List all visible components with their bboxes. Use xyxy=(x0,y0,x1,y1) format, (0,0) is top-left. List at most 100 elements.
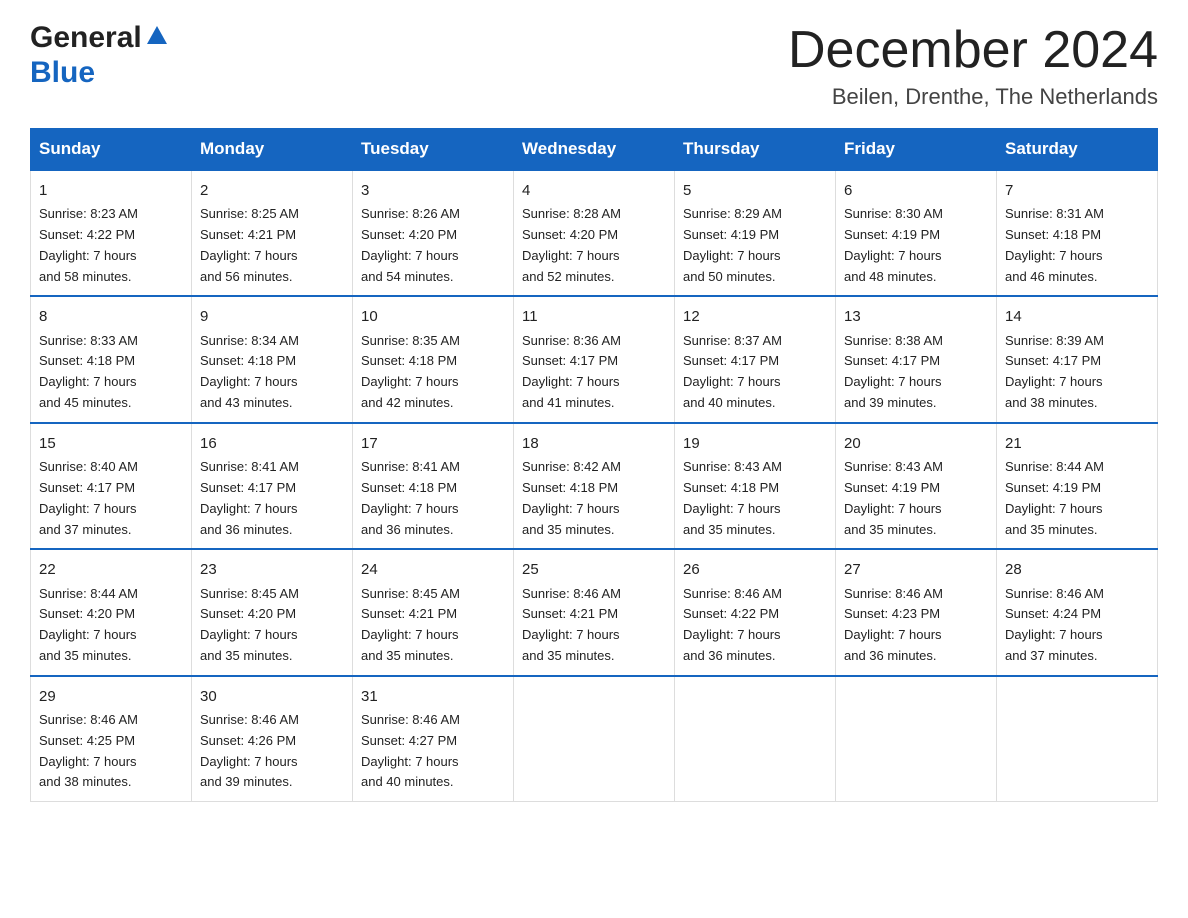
day-info: Sunrise: 8:29 AMSunset: 4:19 PMDaylight:… xyxy=(683,204,827,287)
day-number: 6 xyxy=(844,179,988,202)
calendar-cell: 10 Sunrise: 8:35 AMSunset: 4:18 PMDayligh… xyxy=(353,296,514,422)
header-friday: Friday xyxy=(836,129,997,171)
calendar-cell: 6Sunrise: 8:30 AMSunset: 4:19 PMDaylight… xyxy=(836,170,997,296)
day-info: Sunrise: 8:30 AMSunset: 4:19 PMDaylight:… xyxy=(844,204,988,287)
calendar-cell: 14 Sunrise: 8:39 AMSunset: 4:17 PMDayligh… xyxy=(997,296,1158,422)
day-number: 2 xyxy=(200,179,344,202)
day-info: Sunrise: 8:41 AMSunset: 4:18 PMDaylight:… xyxy=(361,457,505,540)
calendar-week-row: 15Sunrise: 8:40 AMSunset: 4:17 PMDayligh… xyxy=(31,423,1158,549)
day-info: Sunrise: 8:46 AMSunset: 4:23 PMDaylight:… xyxy=(844,584,988,667)
day-number: 14 xyxy=(1005,305,1149,328)
header-sunday: Sunday xyxy=(31,129,192,171)
day-info: Sunrise: 8:36 AMSunset: 4:17 PMDaylight:… xyxy=(522,331,666,414)
day-info: Sunrise: 8:40 AMSunset: 4:17 PMDaylight:… xyxy=(39,457,183,540)
header-thursday: Thursday xyxy=(675,129,836,171)
calendar-cell: 12 Sunrise: 8:37 AMSunset: 4:17 PMDayligh… xyxy=(675,296,836,422)
day-number: 26 xyxy=(683,558,827,581)
calendar-cell: 7Sunrise: 8:31 AMSunset: 4:18 PMDaylight… xyxy=(997,170,1158,296)
day-number: 29 xyxy=(39,685,183,708)
calendar-cell: 17Sunrise: 8:41 AMSunset: 4:18 PMDayligh… xyxy=(353,423,514,549)
day-info: Sunrise: 8:31 AMSunset: 4:18 PMDaylight:… xyxy=(1005,204,1149,287)
header-saturday: Saturday xyxy=(997,129,1158,171)
day-info: Sunrise: 8:33 AMSunset: 4:18 PMDaylight:… xyxy=(39,331,183,414)
calendar-week-row: 22 Sunrise: 8:44 AMSunset: 4:20 PMDayligh… xyxy=(31,549,1158,675)
day-info: Sunrise: 8:42 AMSunset: 4:18 PMDaylight:… xyxy=(522,457,666,540)
day-number: 15 xyxy=(39,432,183,455)
calendar-cell: 30Sunrise: 8:46 AMSunset: 4:26 PMDayligh… xyxy=(192,676,353,802)
calendar-cell: 21Sunrise: 8:44 AMSunset: 4:19 PMDayligh… xyxy=(997,423,1158,549)
day-info: Sunrise: 8:26 AMSunset: 4:20 PMDaylight:… xyxy=(361,204,505,287)
day-info: Sunrise: 8:38 AMSunset: 4:17 PMDaylight:… xyxy=(844,331,988,414)
day-info: Sunrise: 8:25 AMSunset: 4:21 PMDaylight:… xyxy=(200,204,344,287)
day-number: 7 xyxy=(1005,179,1149,202)
day-number: 8 xyxy=(39,305,183,328)
calendar-header-row: SundayMondayTuesdayWednesdayThursdayFrid… xyxy=(31,129,1158,171)
logo-general: General xyxy=(30,20,168,56)
day-info: Sunrise: 8:46 AMSunset: 4:26 PMDaylight:… xyxy=(200,710,344,793)
page-title: December 2024 xyxy=(788,20,1158,80)
day-number: 11 xyxy=(522,305,666,328)
day-number: 5 xyxy=(683,179,827,202)
calendar-cell: 9Sunrise: 8:34 AMSunset: 4:18 PMDaylight… xyxy=(192,296,353,422)
calendar-cell: 24 Sunrise: 8:45 AMSunset: 4:21 PMDayligh… xyxy=(353,549,514,675)
calendar-cell: 1Sunrise: 8:23 AMSunset: 4:22 PMDaylight… xyxy=(31,170,192,296)
calendar-cell: 2Sunrise: 8:25 AMSunset: 4:21 PMDaylight… xyxy=(192,170,353,296)
day-info: Sunrise: 8:28 AMSunset: 4:20 PMDaylight:… xyxy=(522,204,666,287)
day-info: Sunrise: 8:44 AMSunset: 4:19 PMDaylight:… xyxy=(1005,457,1149,540)
day-info: Sunrise: 8:46 AMSunset: 4:24 PMDaylight:… xyxy=(1005,584,1149,667)
calendar-cell: 19Sunrise: 8:43 AMSunset: 4:18 PMDayligh… xyxy=(675,423,836,549)
day-info: Sunrise: 8:45 AMSunset: 4:20 PMDaylight:… xyxy=(200,584,344,667)
day-info: Sunrise: 8:23 AMSunset: 4:22 PMDaylight:… xyxy=(39,204,183,287)
day-info: Sunrise: 8:43 AMSunset: 4:19 PMDaylight:… xyxy=(844,457,988,540)
calendar-cell: 20Sunrise: 8:43 AMSunset: 4:19 PMDayligh… xyxy=(836,423,997,549)
calendar-cell: 28 Sunrise: 8:46 AMSunset: 4:24 PMDayligh… xyxy=(997,549,1158,675)
day-number: 19 xyxy=(683,432,827,455)
calendar-cell: 22 Sunrise: 8:44 AMSunset: 4:20 PMDayligh… xyxy=(31,549,192,675)
day-info: Sunrise: 8:35 AMSunset: 4:18 PMDaylight:… xyxy=(361,331,505,414)
calendar-week-row: 8 Sunrise: 8:33 AMSunset: 4:18 PMDaylight… xyxy=(31,296,1158,422)
day-info: Sunrise: 8:46 AMSunset: 4:21 PMDaylight:… xyxy=(522,584,666,667)
day-number: 16 xyxy=(200,432,344,455)
day-info: Sunrise: 8:41 AMSunset: 4:17 PMDaylight:… xyxy=(200,457,344,540)
day-info: Sunrise: 8:46 AMSunset: 4:22 PMDaylight:… xyxy=(683,584,827,667)
header-wednesday: Wednesday xyxy=(514,129,675,171)
calendar-cell: 29Sunrise: 8:46 AMSunset: 4:25 PMDayligh… xyxy=(31,676,192,802)
day-info: Sunrise: 8:34 AMSunset: 4:18 PMDaylight:… xyxy=(200,331,344,414)
logo: General Blue xyxy=(30,20,168,90)
calendar-cell: 3Sunrise: 8:26 AMSunset: 4:20 PMDaylight… xyxy=(353,170,514,296)
day-number: 3 xyxy=(361,179,505,202)
day-number: 22 xyxy=(39,558,183,581)
day-number: 20 xyxy=(844,432,988,455)
day-number: 21 xyxy=(1005,432,1149,455)
calendar-cell: 18Sunrise: 8:42 AMSunset: 4:18 PMDayligh… xyxy=(514,423,675,549)
header-monday: Monday xyxy=(192,129,353,171)
header-tuesday: Tuesday xyxy=(353,129,514,171)
day-number: 10 xyxy=(361,305,505,328)
page-header: General Blue December 2024 Beilen, Drent… xyxy=(30,20,1158,110)
calendar-cell: 8 Sunrise: 8:33 AMSunset: 4:18 PMDaylight… xyxy=(31,296,192,422)
page-subtitle: Beilen, Drenthe, The Netherlands xyxy=(788,84,1158,110)
day-number: 27 xyxy=(844,558,988,581)
day-info: Sunrise: 8:37 AMSunset: 4:17 PMDaylight:… xyxy=(683,331,827,414)
day-info: Sunrise: 8:45 AMSunset: 4:21 PMDaylight:… xyxy=(361,584,505,667)
day-number: 12 xyxy=(683,305,827,328)
day-number: 31 xyxy=(361,685,505,708)
day-info: Sunrise: 8:43 AMSunset: 4:18 PMDaylight:… xyxy=(683,457,827,540)
logo-blue-text: Blue xyxy=(30,56,95,90)
calendar-cell: 15Sunrise: 8:40 AMSunset: 4:17 PMDayligh… xyxy=(31,423,192,549)
logo-general-text: General xyxy=(30,21,142,55)
day-number: 17 xyxy=(361,432,505,455)
calendar-week-row: 29Sunrise: 8:46 AMSunset: 4:25 PMDayligh… xyxy=(31,676,1158,802)
calendar-cell xyxy=(675,676,836,802)
day-number: 24 xyxy=(361,558,505,581)
calendar-cell xyxy=(514,676,675,802)
calendar-cell: 11 Sunrise: 8:36 AMSunset: 4:17 PMDayligh… xyxy=(514,296,675,422)
calendar-cell xyxy=(997,676,1158,802)
calendar-cell: 25Sunrise: 8:46 AMSunset: 4:21 PMDayligh… xyxy=(514,549,675,675)
day-number: 28 xyxy=(1005,558,1149,581)
day-info: Sunrise: 8:44 AMSunset: 4:20 PMDaylight:… xyxy=(39,584,183,667)
day-info: Sunrise: 8:39 AMSunset: 4:17 PMDaylight:… xyxy=(1005,331,1149,414)
calendar-cell: 23Sunrise: 8:45 AMSunset: 4:20 PMDayligh… xyxy=(192,549,353,675)
day-info: Sunrise: 8:46 AMSunset: 4:27 PMDaylight:… xyxy=(361,710,505,793)
calendar-cell: 4Sunrise: 8:28 AMSunset: 4:20 PMDaylight… xyxy=(514,170,675,296)
